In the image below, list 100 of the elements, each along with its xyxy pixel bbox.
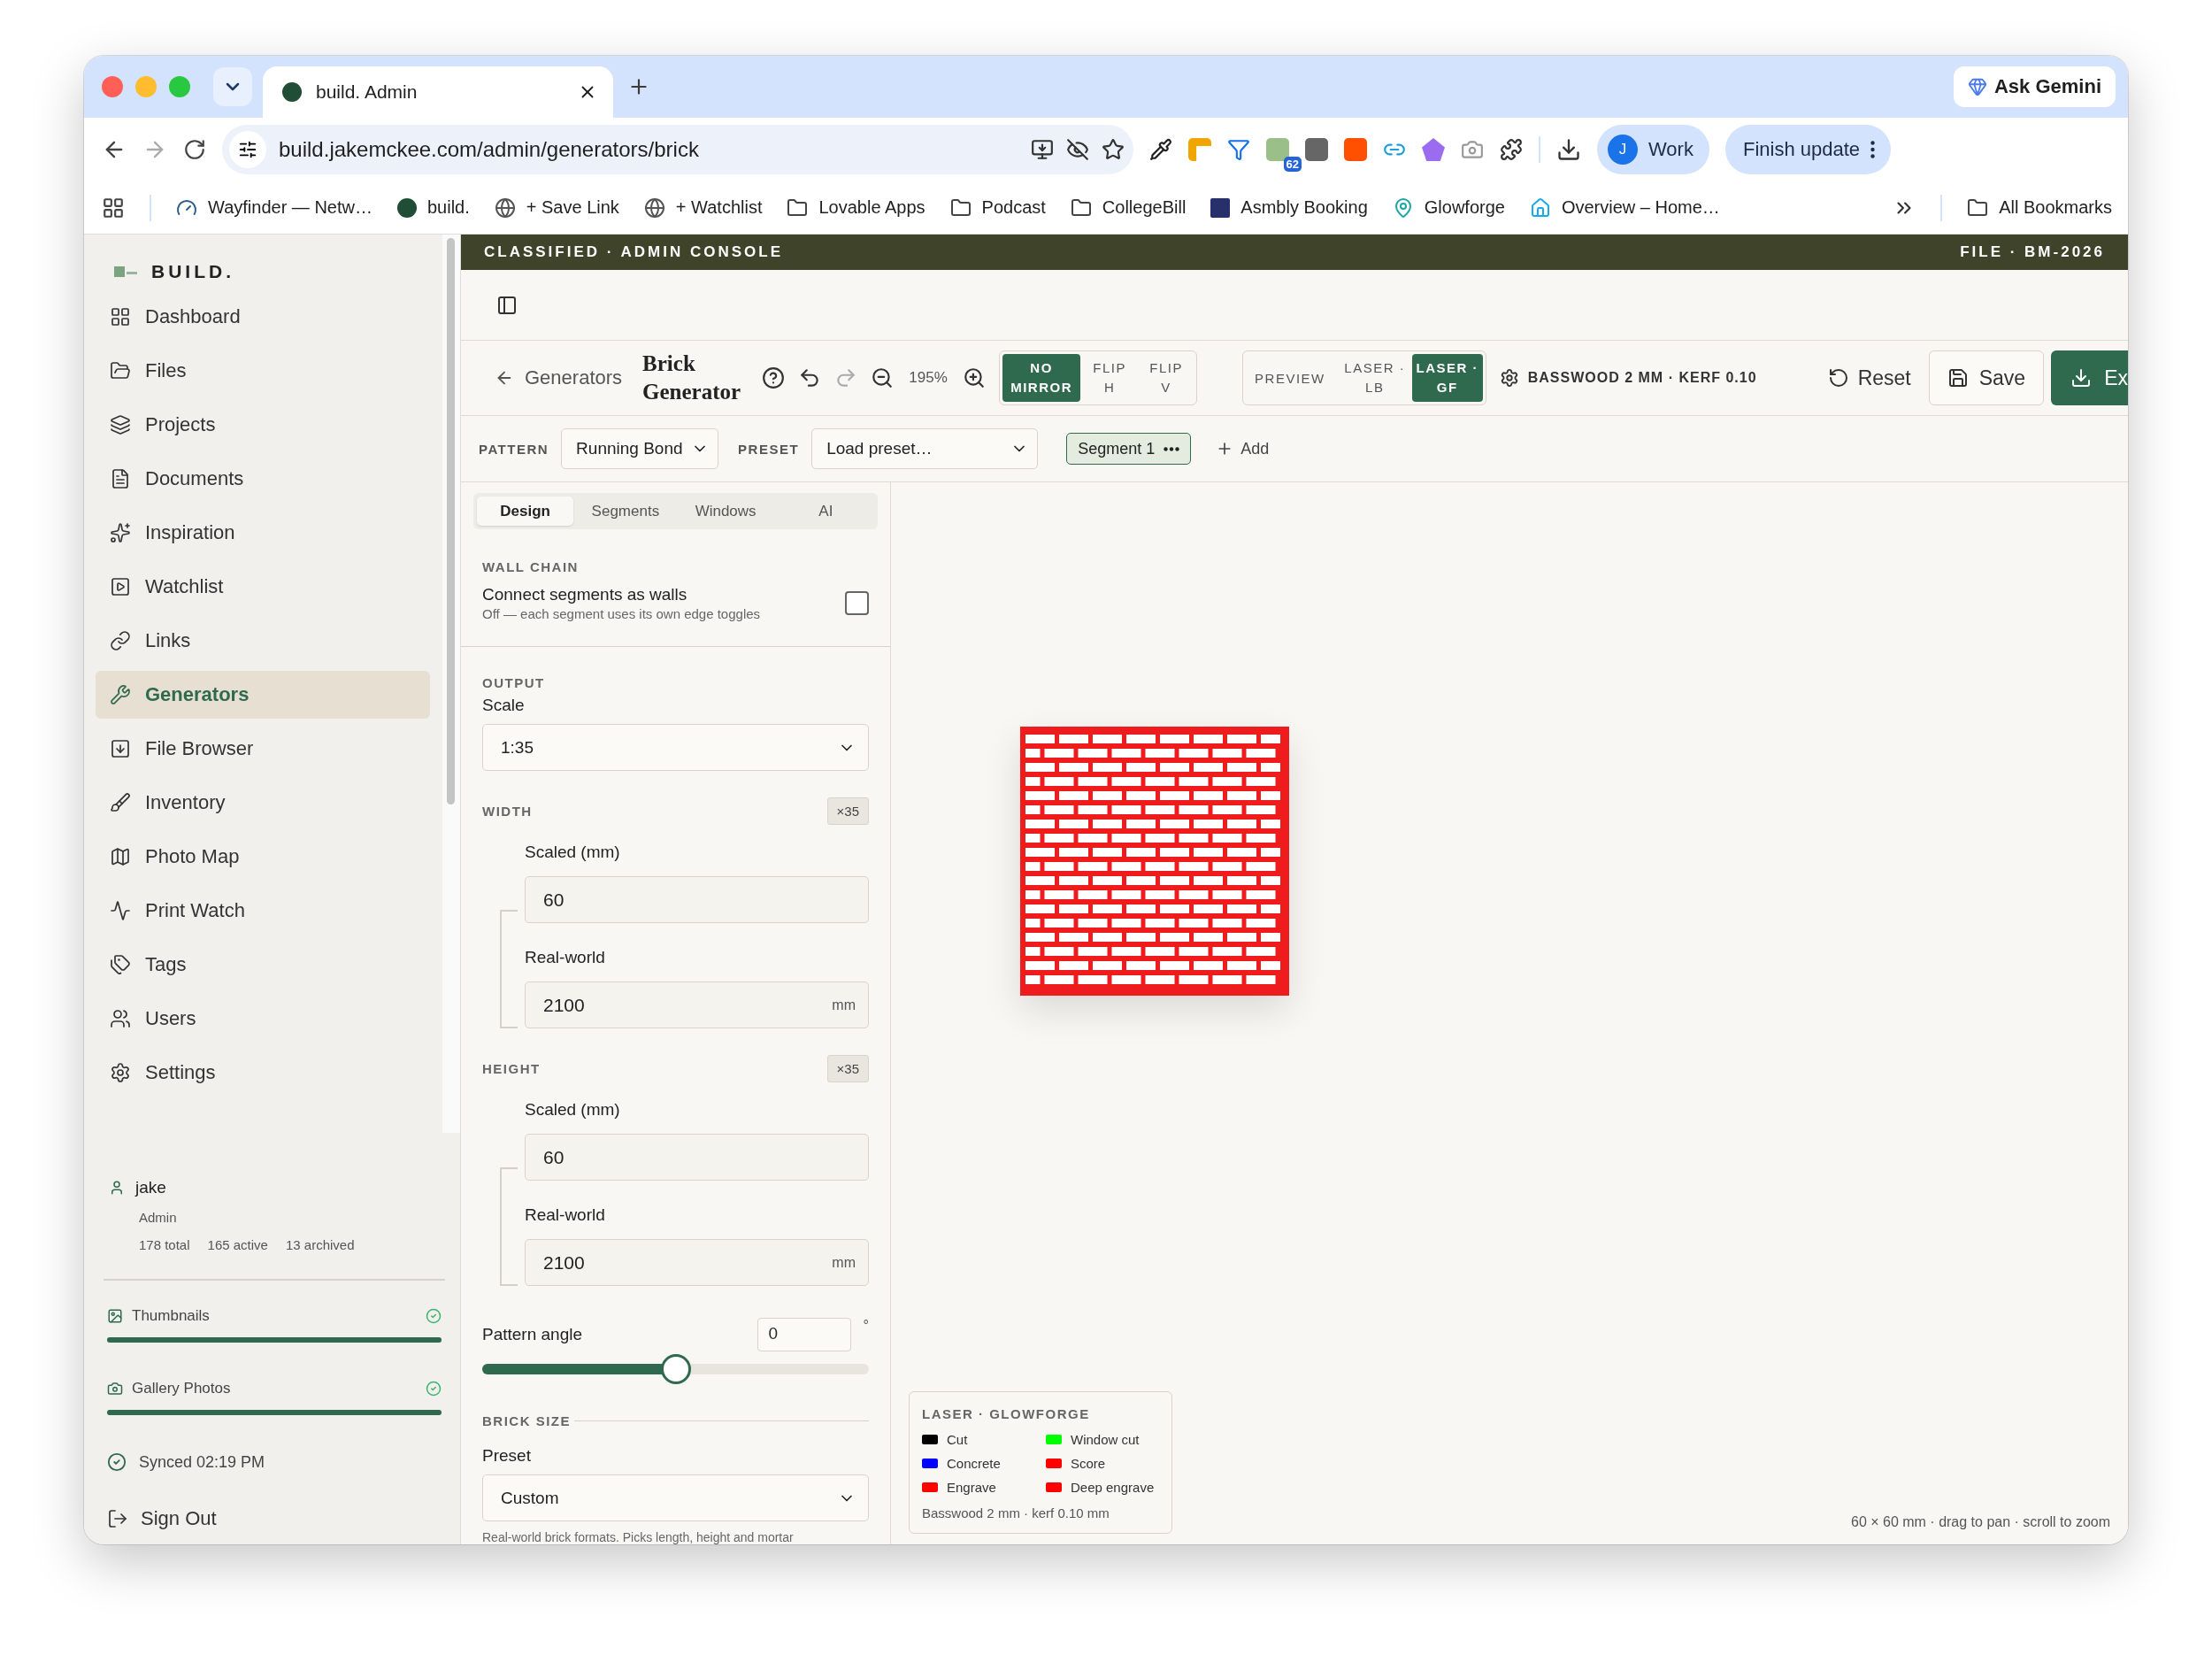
bookmark-link[interactable]: Lovable Apps xyxy=(787,196,926,219)
update-button[interactable]: Finish update xyxy=(1724,125,1892,174)
extension-icon[interactable] xyxy=(1344,138,1367,161)
extension-icon[interactable] xyxy=(1422,138,1445,161)
bookmark-link[interactable]: Wayfinder — Netw… xyxy=(176,196,373,219)
panel-tab[interactable]: AI xyxy=(777,496,874,527)
bookmark-star-icon[interactable] xyxy=(1102,138,1125,161)
bookmark-link[interactable]: build. xyxy=(396,197,470,218)
preset-select[interactable]: Load preset… xyxy=(811,428,1039,469)
check-icon xyxy=(107,1452,127,1472)
zoom-out-icon[interactable] xyxy=(871,366,895,389)
nav-item[interactable]: Generators xyxy=(96,671,430,719)
mirror-option[interactable]: FLIP V xyxy=(1139,354,1194,402)
export-button[interactable]: Ex xyxy=(2051,350,2128,405)
apps-icon[interactable] xyxy=(102,196,125,219)
bookmark-link[interactable]: Podcast xyxy=(949,196,1046,219)
folder-icon xyxy=(949,196,972,219)
help-icon[interactable] xyxy=(762,366,786,389)
sign-out-link[interactable]: Sign Out xyxy=(104,1507,445,1530)
reload-icon[interactable] xyxy=(183,138,206,161)
nav-item[interactable]: Inspiration xyxy=(96,509,430,557)
preview-option[interactable]: LASER · GF xyxy=(1411,354,1483,402)
folder-icon xyxy=(787,196,809,219)
sparkles-icon xyxy=(110,522,131,543)
preset-label: Preset xyxy=(482,1446,532,1466)
profile-button[interactable]: J Work xyxy=(1597,125,1709,174)
nav-item[interactable]: Photo Map xyxy=(96,833,430,881)
panel-tab[interactable]: Segments xyxy=(577,496,674,527)
field-label: Scaled (mm) xyxy=(525,1100,621,1120)
real-world-input[interactable]: 2100 mm xyxy=(525,1239,869,1286)
nav-item[interactable]: Inventory xyxy=(96,779,430,827)
nav-item[interactable]: Watchlist xyxy=(96,563,430,611)
funnel-icon[interactable] xyxy=(1227,138,1250,161)
nav-item[interactable]: Print Watch xyxy=(96,887,430,935)
nav-item[interactable]: Tags xyxy=(96,941,430,989)
all-bookmarks-link[interactable]: All Bookmarks xyxy=(1967,196,2112,219)
real-world-input[interactable]: 2100 mm xyxy=(525,981,869,1028)
eye-off-icon[interactable] xyxy=(1066,138,1089,161)
panel-tab[interactable]: Design xyxy=(477,496,574,527)
nav-item[interactable]: Users xyxy=(96,995,430,1043)
browser-tab[interactable]: build. Admin xyxy=(263,66,613,118)
nav-item[interactable]: Settings xyxy=(96,1049,430,1097)
pipette-icon[interactable] xyxy=(1149,138,1172,161)
address-bar[interactable]: build.jakemckee.com/admin/generators/brick xyxy=(222,125,1133,174)
extensions-icon[interactable] xyxy=(1500,138,1523,161)
tab-search-button[interactable] xyxy=(213,67,252,106)
pattern-select[interactable]: Running Bond xyxy=(561,428,719,469)
bookmark-link[interactable]: Glowforge xyxy=(1392,196,1505,219)
preview-label: PREVIEW xyxy=(1254,370,1326,386)
image-icon xyxy=(107,1308,123,1324)
bookmark-link[interactable]: + Save Link xyxy=(494,196,619,219)
panel-tab[interactable]: Windows xyxy=(677,496,774,527)
mirror-option[interactable]: NO MIRROR xyxy=(1002,354,1081,402)
scale-factor-badge: ×35 xyxy=(826,797,869,825)
angle-input[interactable]: 0 xyxy=(757,1318,851,1351)
brick-preset-select[interactable]: Custom xyxy=(482,1474,869,1521)
zoom-in-icon[interactable] xyxy=(963,366,987,389)
slider-thumb[interactable] xyxy=(660,1354,691,1384)
scaled-input[interactable]: 60 xyxy=(525,876,869,923)
bookmark-link[interactable]: Asmbly Booking xyxy=(1210,197,1368,218)
nav-item[interactable]: File Browser xyxy=(96,725,430,773)
mirror-option[interactable]: FLIP H xyxy=(1082,354,1138,402)
globe-icon xyxy=(494,196,516,219)
scale-label: Scale xyxy=(482,696,526,715)
nav-item[interactable]: Documents xyxy=(96,455,430,503)
download-icon[interactable] xyxy=(1556,137,1581,162)
save-button[interactable]: Save xyxy=(1928,350,2045,405)
nav-item[interactable]: Projects xyxy=(96,401,430,449)
camera-icon xyxy=(107,1381,123,1397)
wrench-icon xyxy=(110,684,131,705)
download-icon xyxy=(2070,367,2093,389)
segment-chip[interactable]: Segment 1 xyxy=(1066,433,1192,465)
users-icon xyxy=(110,1008,131,1029)
install-icon[interactable] xyxy=(1031,138,1054,161)
reset-icon xyxy=(1827,367,1849,389)
add-button[interactable]: Add xyxy=(1210,438,1275,459)
bookmark-link[interactable]: + Watchlist xyxy=(643,196,763,219)
bookmark-link[interactable]: Overview – Home… xyxy=(1529,196,1720,219)
sync-label: Thumbnails xyxy=(132,1307,211,1325)
preview-option[interactable]: LASER · LB xyxy=(1339,354,1410,402)
nav-item[interactable]: Links xyxy=(96,617,430,665)
settings-icon[interactable] xyxy=(1499,368,1519,388)
bookmark-link[interactable]: CollegeBill xyxy=(1070,196,1187,219)
scaled-input[interactable]: 60 xyxy=(525,1134,869,1181)
sidebar-toggle-icon[interactable] xyxy=(496,294,518,316)
ask-gemini-button[interactable]: Ask Gemini xyxy=(1953,66,2116,107)
map-icon xyxy=(110,846,131,867)
scale-select[interactable]: 1:35 xyxy=(482,724,869,771)
wall-chain-checkbox[interactable] xyxy=(845,591,869,616)
wall-chain-hint: Off — each segment uses its own edge toggles xyxy=(482,606,761,622)
nav-item[interactable]: Files xyxy=(96,347,430,395)
nav-item[interactable]: Dashboard xyxy=(96,293,430,341)
scrollbar[interactable] xyxy=(447,238,455,804)
back-link[interactable]: Generators xyxy=(495,366,623,389)
reset-button[interactable]: Reset xyxy=(1816,366,1922,390)
camera-icon[interactable] xyxy=(1461,138,1484,161)
extension-icon[interactable] xyxy=(1305,138,1328,161)
extension-icon[interactable] xyxy=(1266,138,1289,161)
folder-icon xyxy=(1967,196,1989,219)
site-settings-button[interactable] xyxy=(229,131,266,168)
